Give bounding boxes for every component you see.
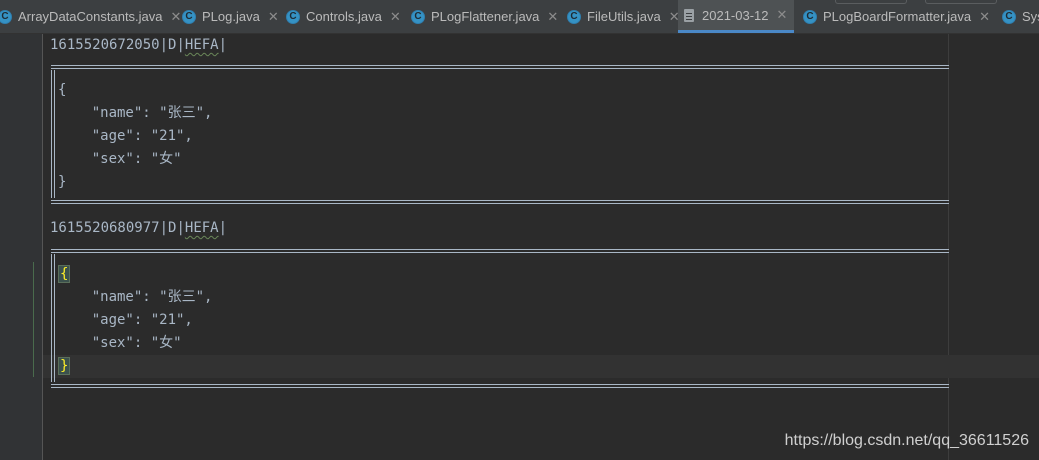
box-left-border bbox=[51, 254, 55, 382]
json-open-brace[interactable]: { bbox=[58, 79, 66, 102]
separator: | bbox=[159, 37, 169, 53]
tab-plog-flattener[interactable]: C PLogFlattener.java ✕ bbox=[405, 0, 564, 33]
tab-controls[interactable]: C Controls.java ✕ bbox=[280, 0, 407, 33]
tab-array-data-constants[interactable]: C ArrayDataConstants.java ✕ bbox=[0, 0, 187, 33]
json-line-sex[interactable]: "sex": "女" bbox=[58, 332, 182, 355]
close-icon[interactable]: ✕ bbox=[547, 9, 558, 25]
json-open-brace[interactable]: { bbox=[58, 263, 71, 286]
json-close-brace[interactable]: } bbox=[58, 355, 71, 378]
java-class-icon: C bbox=[182, 9, 196, 24]
java-class-icon: C bbox=[567, 9, 581, 24]
matched-brace-highlight: } bbox=[58, 357, 71, 375]
tab-label: Controls.java bbox=[306, 9, 382, 24]
watermark-url: https://blog.csdn.net/qq_36611526 bbox=[784, 432, 1029, 449]
json-close-brace[interactable]: } bbox=[58, 171, 66, 194]
separator: | bbox=[176, 220, 185, 236]
tab-plog-board-formatter[interactable]: C PLogBoardFormatter.java ✕ bbox=[797, 0, 996, 33]
close-icon[interactable]: ✕ bbox=[979, 9, 990, 25]
json-line-name[interactable]: "name": "张三", bbox=[58, 286, 213, 309]
editor-area[interactable]: 1615520672050|D|HEFA| { "name": "张三", "a… bbox=[43, 34, 1039, 460]
json-line-age[interactable]: "age": "21", bbox=[58, 125, 193, 148]
box-left-border bbox=[51, 70, 55, 198]
tab-file-utils[interactable]: C FileUtils.java ✕ bbox=[561, 0, 686, 33]
close-icon[interactable]: ✕ bbox=[390, 9, 401, 25]
json-line-name[interactable]: "name": "张三", bbox=[58, 102, 213, 125]
close-icon[interactable]: ✕ bbox=[268, 9, 279, 25]
line-number-gutter[interactable] bbox=[0, 34, 43, 460]
tab-label: 2021-03-12 bbox=[702, 7, 769, 23]
java-class-icon: C bbox=[803, 9, 817, 24]
java-class-icon: C bbox=[1002, 9, 1016, 24]
caret-row-highlight bbox=[43, 355, 1039, 378]
java-class-icon: C bbox=[286, 9, 300, 24]
tab-label: ArrayDataConstants.java bbox=[18, 9, 163, 24]
close-icon[interactable]: ✕ bbox=[777, 7, 788, 23]
tab-label: PLog.java bbox=[202, 9, 260, 24]
log-tag: HEFA bbox=[184, 220, 219, 236]
tab-2021-03-12[interactable]: 2021-03-12 ✕ bbox=[678, 0, 794, 33]
right-margin-guide bbox=[948, 34, 949, 460]
tab-label: PLogBoardFormatter.java bbox=[823, 9, 972, 24]
log-header[interactable]: 1615520680977|D|HEFA| bbox=[50, 217, 227, 240]
java-class-icon: C bbox=[411, 9, 425, 24]
log-tag: HEFA bbox=[184, 37, 219, 53]
log-timestamp: 1615520672050 bbox=[50, 37, 160, 53]
log-header[interactable]: 1615520672050|D|HEFA| bbox=[50, 34, 227, 57]
box-bottom-border bbox=[51, 200, 949, 204]
tab-label: PLogFlattener.java bbox=[431, 9, 540, 24]
vcs-change-marker bbox=[33, 262, 34, 377]
separator: | bbox=[176, 37, 185, 53]
box-top-border bbox=[51, 65, 949, 69]
matched-brace-highlight: { bbox=[58, 265, 71, 283]
json-line-sex[interactable]: "sex": "女" bbox=[58, 148, 182, 171]
log-timestamp: 1615520680977 bbox=[50, 220, 160, 236]
java-class-icon: C bbox=[0, 9, 12, 24]
tab-plog[interactable]: C PLog.java ✕ bbox=[176, 0, 285, 33]
separator: | bbox=[218, 37, 228, 53]
text-file-icon bbox=[684, 8, 694, 22]
box-top-border bbox=[51, 249, 949, 253]
tab-syst[interactable]: C Syst bbox=[996, 0, 1039, 33]
json-line-age[interactable]: "age": "21", bbox=[58, 309, 193, 332]
separator: | bbox=[159, 220, 169, 236]
tab-label: Syst bbox=[1022, 9, 1039, 24]
box-bottom-border bbox=[51, 384, 949, 388]
separator: | bbox=[218, 220, 228, 236]
tab-label: FileUtils.java bbox=[587, 9, 661, 24]
editor-tab-bar: C ArrayDataConstants.java ✕ C PLog.java … bbox=[0, 0, 1039, 34]
